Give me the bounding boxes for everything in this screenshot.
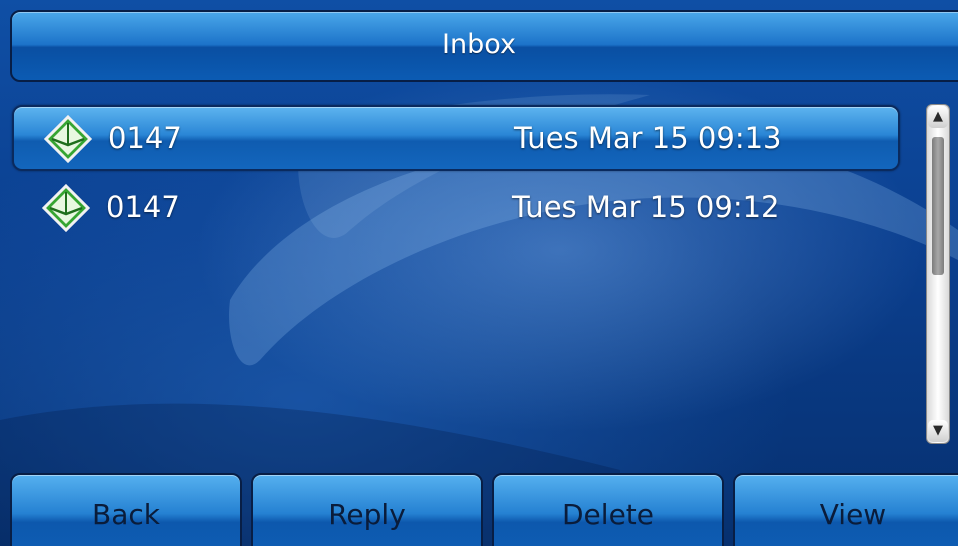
message-row-1[interactable]: 0147 Tues Mar 15 09:13 — [12, 105, 900, 171]
scroll-up-arrow-icon[interactable]: ▲ — [928, 106, 948, 128]
back-button[interactable]: Back — [10, 473, 242, 546]
message-time: Tues Mar 15 09:13 — [514, 121, 782, 155]
delete-button[interactable]: Delete — [492, 473, 724, 546]
reply-button[interactable]: Reply — [251, 473, 483, 546]
envelope-icon — [44, 115, 92, 163]
scrollbar-thumb[interactable] — [932, 137, 944, 275]
message-number: 0147 — [108, 121, 182, 155]
vertical-scrollbar[interactable]: ▲ ▼ — [926, 104, 950, 444]
message-row-2[interactable]: 0147 Tues Mar 15 09:12 — [12, 176, 900, 242]
page-title: Inbox — [442, 29, 516, 60]
envelope-icon — [42, 184, 90, 232]
phone-screen: Inbox 0147 Tues Mar 15 09:13 0147 Tues M… — [0, 0, 958, 546]
message-number: 0147 — [106, 190, 180, 224]
scroll-down-arrow-icon[interactable]: ▼ — [928, 420, 948, 442]
message-time: Tues Mar 15 09:12 — [512, 190, 780, 224]
view-button[interactable]: View — [733, 473, 958, 546]
